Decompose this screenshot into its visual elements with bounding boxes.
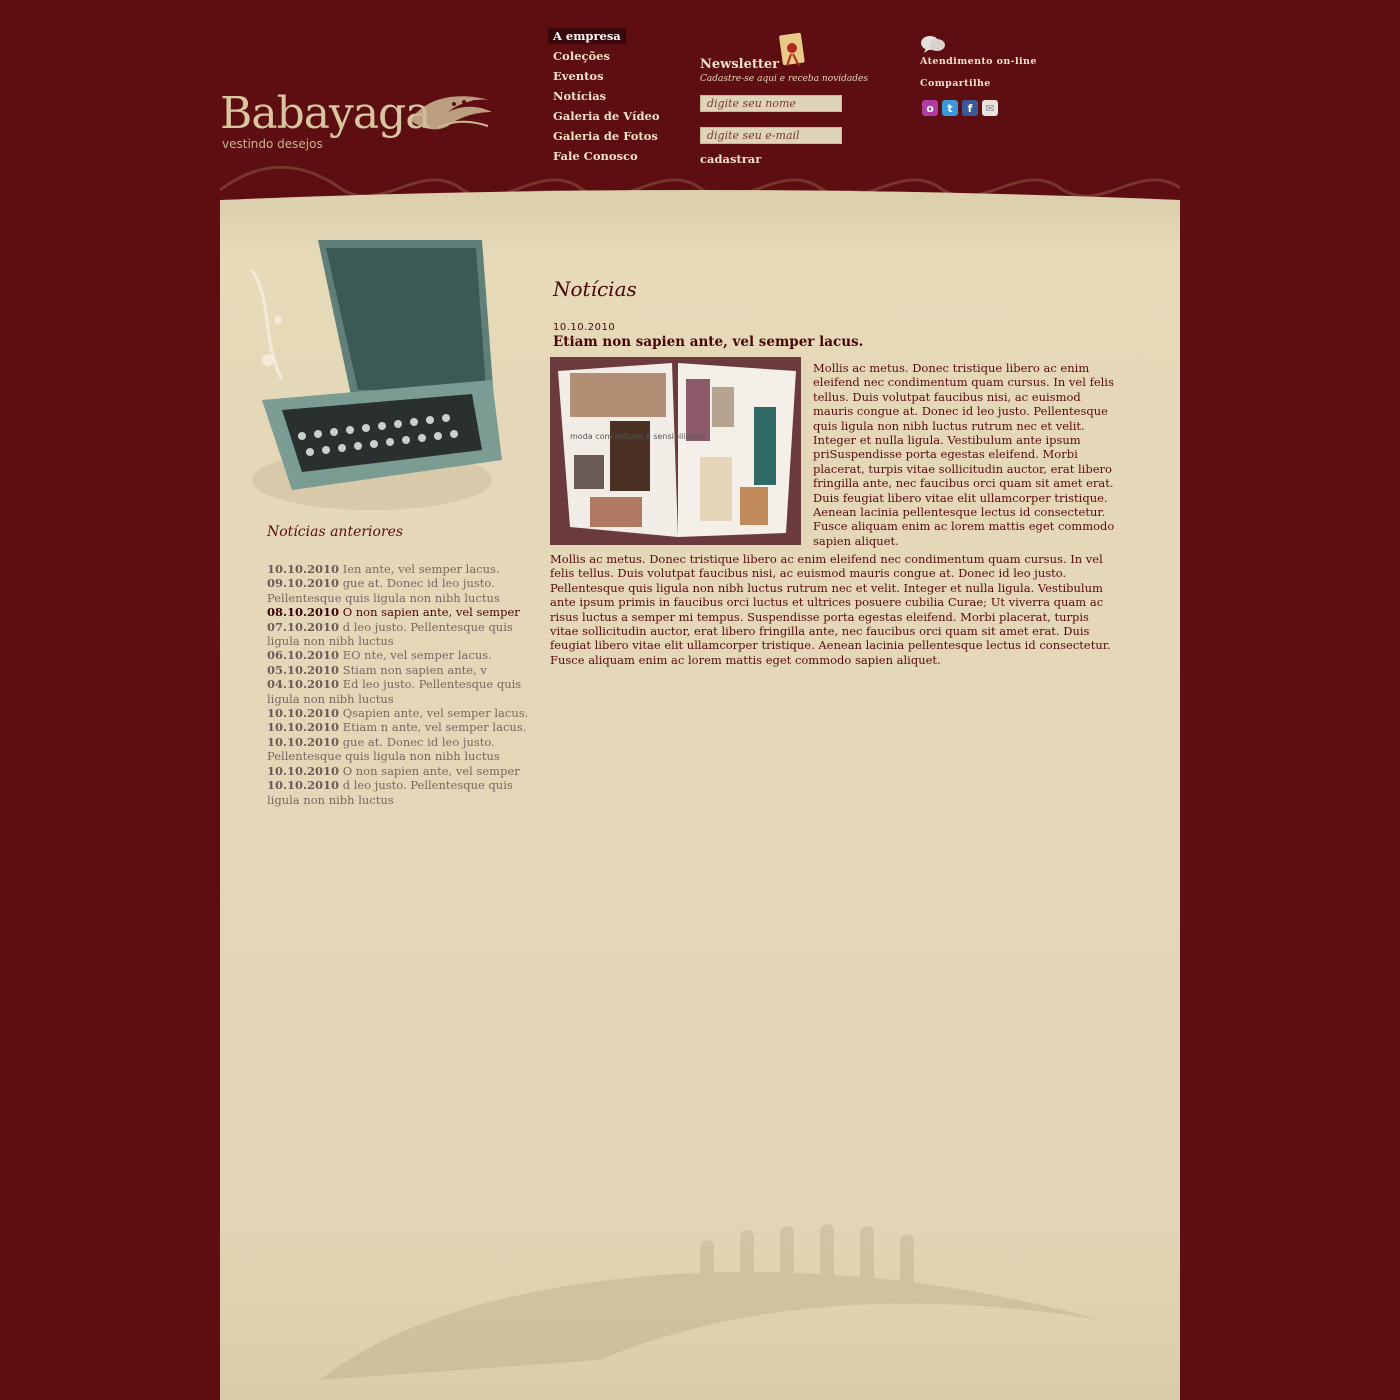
newsletter-email-input[interactable] [700,127,842,144]
previous-news-item[interactable]: 04.10.2010 Ed leo justo. Pellentesque qu… [267,677,537,706]
news-date: 07.10.2010 [267,619,340,634]
news-date: 10.10.2010 [267,778,340,793]
news-date: 10.10.2010 [267,706,340,721]
main-nav: A empresa Coleções Eventos Notícias Gale… [548,28,678,168]
previous-news-item[interactable]: 10.10.2010 O non sapien ante, vel semper [267,764,537,778]
news-date: 10.10.2010 [267,562,340,576]
news-excerpt: EO nte, vel semper lacus. [342,648,492,663]
newsletter-name-input[interactable] [700,95,842,112]
nav-item-colecoes[interactable]: Coleções [548,48,615,64]
previous-news-item[interactable]: 09.10.2010 gue at. Donec id leo justo. P… [267,576,537,605]
article-magazine-photo[interactable]: moda com atitude e sensibilidade [550,357,801,545]
nav-item-galeria-fotos[interactable]: Galeria de Fotos [548,128,663,144]
newsletter-title: Newsletter [700,57,780,72]
news-date: 06.10.2010 [267,648,340,663]
nav-item-a-empresa[interactable]: A empresa [548,28,626,44]
news-excerpt: Stiam non sapien ante, v [342,662,487,677]
envelope-seal-icon [779,32,805,67]
orkut-icon[interactable]: o [922,100,938,116]
facebook-icon[interactable]: f [962,100,978,116]
article-paragraph-1: Mollis ac metus. Donec tristique libero … [813,361,1115,548]
previous-news-item[interactable]: 07.10.2010 d leo justo. Pellentesque qui… [267,620,537,649]
previous-news-item[interactable]: 05.10.2010 Stiam non sapien ante, v [267,663,537,677]
bottom-ornament-shadow [320,1224,1100,1380]
nav-item-noticias[interactable]: Notícias [548,88,611,104]
share-icons: o t f ✉ [922,100,998,116]
news-excerpt: O non sapien ante, vel semper [342,605,520,620]
previous-news-item[interactable]: 10.10.2010 d leo justo. Pellentesque qui… [267,778,537,807]
news-excerpt: Ien ante, vel semper lacus. [342,562,500,576]
previous-news-item[interactable]: 10.10.2010 Ien ante, vel semper lacus. [267,562,537,576]
previous-news-item[interactable]: 10.10.2010 Etiam n ante, vel semper lacu… [267,720,537,734]
twitter-icon[interactable]: t [942,100,958,116]
previous-news-list: 10.10.2010 Ien ante, vel semper lacus. 0… [267,562,537,807]
nav-item-eventos[interactable]: Eventos [548,68,609,84]
brand-name: Babayaga [220,88,431,139]
chat-bubble-icon[interactable] [920,34,946,54]
previous-news-item-active[interactable]: 08.10.2010 O non sapien ante, vel semper [267,605,537,619]
news-date: 04.10.2010 [267,677,340,692]
logo-swirl-ornament [410,96,492,130]
news-date: 05.10.2010 [267,662,340,677]
support-online-link[interactable]: Atendimento on-line [920,56,1037,67]
news-date: 10.10.2010 [267,763,340,778]
news-excerpt: O non sapien ante, vel semper [342,763,520,778]
news-date: 08.10.2010 [267,605,340,620]
article-date: 10.10.2010 [553,322,616,333]
typewriter-illustration [250,240,502,510]
news-excerpt: Etiam n ante, vel semper lacus. [342,720,527,735]
page-title: Notícias [553,277,637,301]
previous-news-item[interactable]: 10.10.2010 Qsapien ante, vel semper lacu… [267,706,537,720]
email-icon[interactable]: ✉ [982,100,998,116]
brand-logo[interactable]: Babayaga vestindo desejos [218,88,498,158]
article-paragraph-2: Mollis ac metus. Donec tristique libero … [550,552,1111,667]
panel-top-curve [220,190,1180,216]
previous-news-item[interactable]: 10.10.2010 gue at. Donec id leo justo. P… [267,735,537,764]
article-headline: Etiam non sapien ante, vel semper lacus. [553,334,864,350]
magazine-caption: moda com atitude e sensibilidade [570,432,706,441]
previous-news-item[interactable]: 06.10.2010 EO nte, vel semper lacus. [267,648,537,662]
previous-news-title: Notícias anteriores [267,524,404,540]
nav-item-galeria-video[interactable]: Galeria de Vídeo [548,108,665,124]
brand-tagline: vestindo desejos [222,137,323,151]
share-label: Compartilhe [920,78,991,89]
newsletter-subtitle: Cadastre-se aqui e receba novidades [700,74,868,84]
news-date: 09.10.2010 [267,576,340,591]
news-date: 10.10.2010 [267,720,340,735]
news-excerpt: Qsapien ante, vel semper lacus. [342,706,529,721]
news-date: 10.10.2010 [267,734,340,749]
